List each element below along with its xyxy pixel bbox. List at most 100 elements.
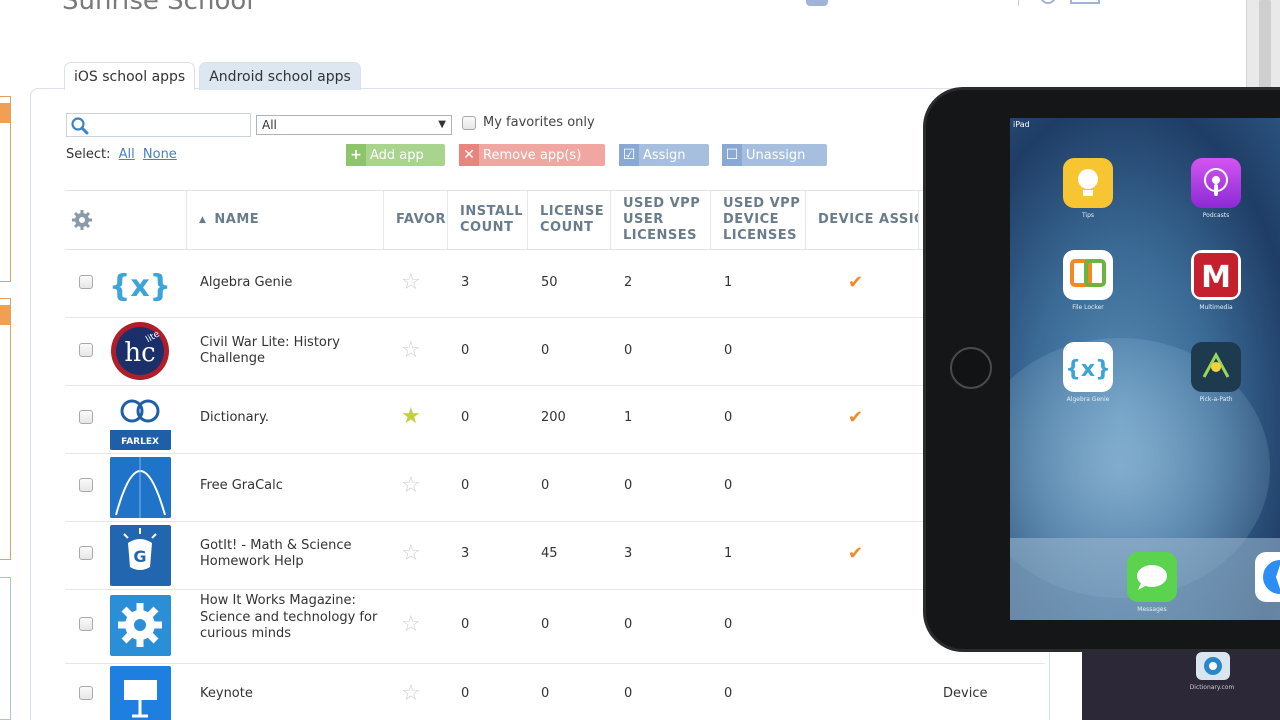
left-side-panel xyxy=(0,298,11,560)
checkmark-icon: ✔ xyxy=(848,272,864,293)
tab-ios-school-apps[interactable]: iOS school apps xyxy=(64,62,196,90)
vpp-user-count: 0 xyxy=(624,617,633,632)
filter-select[interactable]: All ▼ xyxy=(256,115,452,135)
column-used-vpp-device[interactable]: USED VPP DEVICE LICENSES xyxy=(710,191,805,249)
tab-android-school-apps[interactable]: Android school apps xyxy=(199,62,361,90)
remove-apps-label: Remove app(s) xyxy=(483,147,582,163)
svg-text:M: M xyxy=(1201,260,1231,295)
favorite-star-icon[interactable]: ☆ xyxy=(401,681,421,706)
install-count: 0 xyxy=(461,617,470,632)
license-count: 0 xyxy=(541,686,550,701)
menu-icon[interactable] xyxy=(1070,0,1100,4)
install-count: 3 xyxy=(461,546,470,561)
dictionary-farlex-icon: FARLEX xyxy=(110,389,171,450)
tablet-background-strip: Dictionary.com xyxy=(1082,652,1280,720)
left-side-panel xyxy=(0,577,11,720)
row-checkbox[interactable] xyxy=(79,478,93,492)
m-app-icon[interactable]: M xyxy=(1191,250,1241,300)
row-checkbox[interactable] xyxy=(79,686,93,700)
column-name[interactable]: ▲ NAME xyxy=(186,191,383,249)
table-row[interactable]: G GotIt! - Math & Science Homework Help … xyxy=(65,522,1045,590)
select-none-link[interactable]: None xyxy=(143,147,177,162)
plus-icon: + xyxy=(346,144,366,166)
favorites-label: My favorites only xyxy=(483,115,595,130)
add-app-button[interactable]: + Add app xyxy=(346,144,445,166)
favorite-star-icon[interactable]: ☆ xyxy=(401,612,421,637)
vpp-device-count: 1 xyxy=(724,546,733,561)
license-count: 45 xyxy=(541,546,558,561)
table-row[interactable]: Free GraCalc ☆ 0 0 0 0 xyxy=(65,454,1045,522)
vpp-user-count: 1 xyxy=(624,410,633,425)
app-name[interactable]: Algebra Genie xyxy=(200,275,380,290)
checkbox-empty-icon: ☐ xyxy=(722,144,742,166)
vpp-device-count: 0 xyxy=(724,343,733,358)
license-count: 0 xyxy=(541,343,550,358)
table-row[interactable]: {x} Algebra Genie ☆ 3 50 2 1 ✔ xyxy=(65,250,1045,318)
messages-icon[interactable] xyxy=(1127,552,1177,602)
row-checkbox[interactable] xyxy=(79,410,93,424)
vpp-device-count: 0 xyxy=(724,686,733,701)
file-locker-icon[interactable] xyxy=(1063,250,1113,300)
app-name[interactable]: Keynote xyxy=(200,686,380,701)
help-icon[interactable] xyxy=(1040,0,1056,4)
favorite-star-icon[interactable]: ☆ xyxy=(401,338,421,363)
close-icon: ✕ xyxy=(459,144,479,166)
favorites-checkbox[interactable] xyxy=(462,115,476,130)
page-scrollbar[interactable] xyxy=(1246,0,1280,90)
vpp-device-count: 0 xyxy=(724,478,733,493)
search-field[interactable] xyxy=(66,113,251,137)
table-row[interactable]: hc lite Civil War Lite: History Challeng… xyxy=(65,318,1045,386)
assign-button[interactable]: ☑ Assign xyxy=(619,144,709,166)
column-settings[interactable] xyxy=(65,191,186,249)
app-name[interactable]: Civil War Lite: History Challenge xyxy=(200,335,380,367)
home-button[interactable] xyxy=(950,347,992,389)
vpp-user-count: 0 xyxy=(624,686,633,701)
favorites-filter[interactable]: My favorites only xyxy=(462,115,595,130)
scrollbar-thumb[interactable] xyxy=(1259,0,1271,88)
app-name[interactable]: Dictionary. xyxy=(200,410,380,425)
column-license-count[interactable]: LICENSE COUNT xyxy=(527,191,610,249)
select-all-link[interactable]: All xyxy=(119,147,135,162)
safari-icon[interactable] xyxy=(1255,552,1280,602)
gear-icon[interactable] xyxy=(71,209,93,231)
vpp-device-count: 0 xyxy=(724,617,733,632)
app-name[interactable]: How It Works Magazine: Science and techn… xyxy=(200,593,380,643)
table-header: ▲ NAME FAVOR INSTALL COUNT LICENSE COUNT… xyxy=(65,190,1045,250)
svg-text:G: G xyxy=(133,547,146,566)
column-favorite[interactable]: FAVOR xyxy=(383,191,447,249)
remove-apps-button[interactable]: ✕ Remove app(s) xyxy=(459,144,605,166)
vpp-device-count: 1 xyxy=(724,275,733,290)
row-checkbox[interactable] xyxy=(79,546,93,560)
favorite-star-icon[interactable]: ☆ xyxy=(401,270,421,295)
column-used-vpp-user[interactable]: USED VPP USER LICENSES xyxy=(610,191,710,249)
add-app-label: Add app xyxy=(370,147,424,163)
podcasts-icon[interactable] xyxy=(1191,158,1241,208)
favorite-star-icon[interactable]: ☆ xyxy=(401,473,421,498)
user-icon[interactable] xyxy=(806,0,828,6)
app-name[interactable]: GotIt! - Math & Science Homework Help xyxy=(200,538,380,570)
table-row[interactable]: FARLEX Dictionary. ★ 0 200 1 0 ✔ xyxy=(65,386,1045,454)
vpp-user-count: 2 xyxy=(624,275,633,290)
favorite-star-icon[interactable]: ★ xyxy=(401,404,421,429)
civil-war-lite-icon: hc lite xyxy=(110,321,171,382)
search-input[interactable] xyxy=(91,116,247,134)
row-checkbox[interactable] xyxy=(79,275,93,289)
app-name[interactable]: Free GraCalc xyxy=(200,478,380,493)
page-title: Sunrise School xyxy=(62,0,254,16)
column-install-count[interactable]: INSTALL COUNT xyxy=(447,191,527,249)
pick-a-path-icon[interactable] xyxy=(1191,342,1241,392)
free-gracalc-icon xyxy=(110,457,171,518)
column-device-assignable[interactable]: DEVICE ASSIGNABLE xyxy=(805,191,918,249)
file-locker-label: File Locker xyxy=(1072,304,1104,311)
panel-tab[interactable] xyxy=(0,103,10,123)
tips-icon[interactable] xyxy=(1063,158,1113,208)
panel-tab[interactable] xyxy=(0,305,10,325)
algebra-genie-tablet-icon[interactable]: {x} xyxy=(1063,342,1113,392)
favorite-star-icon[interactable]: ☆ xyxy=(401,541,421,566)
row-checkbox[interactable] xyxy=(79,617,93,631)
row-checkbox[interactable] xyxy=(79,343,93,357)
table-row[interactable]: Keynote ☆ 0 0 0 0 Device xyxy=(65,664,1045,720)
table-row[interactable]: How It Works Magazine: Science and techn… xyxy=(65,590,1045,664)
unassign-button[interactable]: ☐ Unassign xyxy=(722,144,827,166)
gotit-icon: G xyxy=(110,525,171,586)
